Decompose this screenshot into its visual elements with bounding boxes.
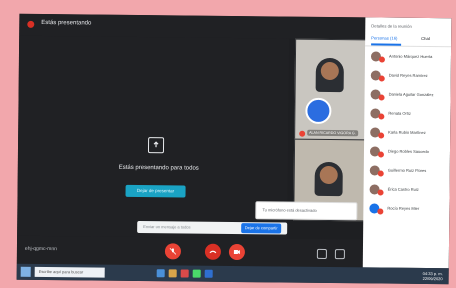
list-item[interactable]: Érica Castro Ruiz	[363, 180, 449, 200]
chat-input-placeholder: Enviar un mensaje a todos	[143, 224, 191, 230]
mic-muted-icon	[377, 208, 384, 215]
windows-taskbar: Escribe aquí para buscar 04:33 p. m. 22/…	[16, 263, 449, 285]
participant-tile-1[interactable]: ALAN RICARDO VIGORA G.	[294, 38, 368, 142]
edge-icon[interactable]	[156, 269, 165, 278]
participant-name: David Reyes Ramírez	[388, 72, 428, 79]
notification-toast: Tu micrófono está desactivado	[255, 201, 358, 221]
camera-off-icon	[233, 250, 240, 255]
participant-name: Antonio Márquez Huerta	[388, 53, 433, 60]
mic-muted-icon	[299, 130, 306, 137]
mic-muted-icon	[378, 94, 385, 101]
meeting-controls-bar: ehj-qgmc-mnn	[16, 235, 364, 268]
mic-off-icon	[169, 248, 177, 255]
chat-input-bar[interactable]: Enviar un mensaje a todos Dejar de compa…	[137, 220, 288, 235]
mic-toggle-button[interactable]	[164, 243, 182, 260]
tab-people[interactable]: Personas (16)	[371, 35, 397, 40]
taskbar-search-input[interactable]: Escribe aquí para buscar	[34, 266, 105, 278]
more-options-icon[interactable]	[334, 249, 345, 260]
list-item[interactable]: David Reyes Ramírez	[365, 66, 451, 86]
mic-muted-icon	[378, 113, 385, 120]
monitor-screen: Estás presentando Estás presentando para…	[16, 13, 452, 285]
word-icon[interactable]	[204, 269, 213, 278]
list-item[interactable]: Guillermo Ruiz Flores	[364, 161, 450, 181]
mic-muted-icon	[377, 170, 384, 177]
chrome-icon[interactable]	[180, 269, 189, 278]
participant-face	[319, 165, 338, 185]
presentation-stage: Estás presentando para todos Dejar de pr…	[17, 35, 290, 239]
participant-name: Guillermo Ruiz Flores	[387, 167, 427, 174]
taskbar-clock: 04:33 p. m. 22/09/2020	[423, 271, 443, 281]
present-to-all-icon	[147, 137, 165, 154]
camera-toggle-button[interactable]	[228, 243, 246, 261]
participant-name: Renata Ortiz	[388, 110, 411, 116]
windows-start-icon[interactable]	[20, 266, 31, 277]
mic-muted-icon	[378, 56, 385, 63]
phone-hangup-icon	[209, 250, 217, 254]
participant-name: Érica Castro Ruiz	[387, 186, 419, 192]
list-item[interactable]: Renata Ortiz	[364, 104, 450, 124]
tab-chat[interactable]: Chat	[421, 36, 430, 41]
mic-muted-icon	[378, 132, 385, 139]
toast-text: Tu micrófono está desactivado	[262, 207, 317, 213]
taskbar-date: 22/09/2020	[422, 275, 443, 282]
presenting-indicator	[27, 20, 35, 28]
list-item[interactable]: Karla Rubio Martínez	[364, 123, 450, 143]
stop-sharing-button[interactable]: Dejar de compartir	[241, 223, 282, 234]
presenting-message: Estás presentando para todos	[118, 164, 199, 172]
panel-tabs: Personas (16) Chat	[365, 33, 452, 48]
list-item[interactable]: Daniela Aguilar González	[364, 85, 450, 105]
participant-name: Karla Rubio Martínez	[388, 129, 426, 136]
participant-name: Daniela Aguilar González	[388, 91, 434, 98]
participant-name: ALAN RICARDO VIGORA G.	[307, 129, 358, 137]
participant-face	[320, 61, 339, 81]
stop-presenting-button[interactable]: Dejar de presentar	[125, 184, 186, 198]
photo-frame: Estás presentando Estás presentando para…	[0, 0, 456, 288]
list-item[interactable]: Antonio Márquez Huerta	[365, 47, 451, 67]
mic-muted-icon	[377, 151, 384, 158]
participant-name: Rocío Reyes Mier	[387, 205, 420, 211]
mic-muted-icon	[377, 189, 384, 196]
panel-title: Detalles de la reunión	[371, 23, 412, 29]
participants-panel: Detalles de la reunión Personas (16) Cha…	[362, 17, 452, 269]
mic-muted-icon	[378, 75, 385, 82]
presenting-title: Estás presentando	[41, 19, 92, 27]
app-icon[interactable]	[192, 269, 201, 278]
folder-icon[interactable]	[168, 269, 177, 278]
participant-name: Diego Robles Saucedo	[387, 148, 429, 155]
meeting-code: ehj-qgmc-mnn	[24, 245, 57, 253]
end-call-button[interactable]	[204, 243, 222, 260]
list-item[interactable]: Diego Robles Saucedo	[364, 142, 450, 162]
profile-avatar	[305, 97, 332, 125]
participant-list: Antonio Márquez Huerta David Reyes Ramír…	[363, 47, 451, 219]
captions-icon[interactable]	[316, 248, 327, 259]
list-item[interactable]: Rocío Reyes Mier	[363, 199, 449, 219]
